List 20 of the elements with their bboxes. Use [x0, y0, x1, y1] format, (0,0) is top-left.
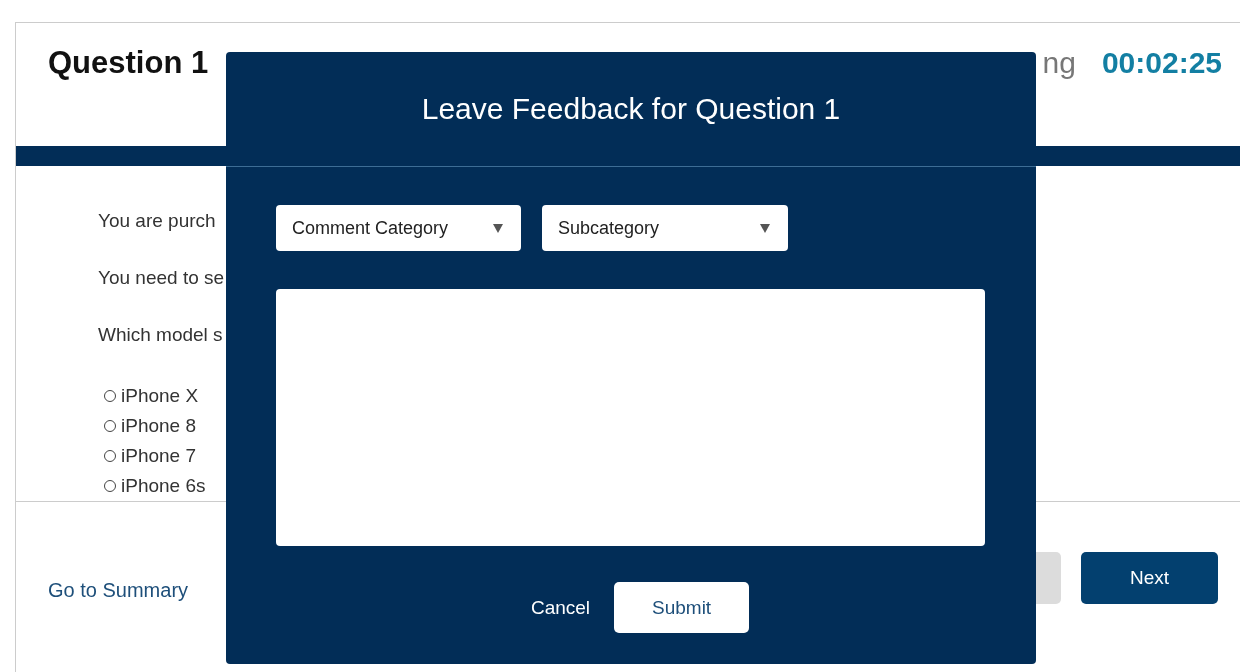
- submit-button[interactable]: Submit: [614, 582, 750, 633]
- caret-icon: [493, 223, 503, 233]
- caret-icon: [760, 223, 770, 233]
- comment-field[interactable]: [276, 289, 985, 546]
- timer: 00:02:25: [1101, 45, 1222, 80]
- dialog-title: Leave Feedback for Question 1: [226, 52, 1036, 167]
- option-label: iPhone 7: [121, 445, 196, 467]
- option-label: iPhone 8: [121, 415, 196, 437]
- next-button[interactable]: Next: [1081, 552, 1218, 604]
- option-label: iPhone X: [121, 385, 199, 407]
- summary-link[interactable]: Go to Summary: [48, 579, 189, 602]
- question-text: You need to se: [98, 267, 225, 289]
- category-dropdown[interactable]: Comment Category: [276, 205, 521, 251]
- question-title: Question 1: [48, 44, 209, 81]
- subcategory-dropdown[interactable]: Subcategory: [542, 205, 788, 251]
- timer-label: ng: [1042, 45, 1076, 80]
- question-text: You are purch: [98, 210, 216, 232]
- cancel-button[interactable]: Cancel: [522, 592, 599, 623]
- question-text: Which model s: [98, 324, 223, 346]
- option-label: iPhone 6s: [121, 475, 206, 497]
